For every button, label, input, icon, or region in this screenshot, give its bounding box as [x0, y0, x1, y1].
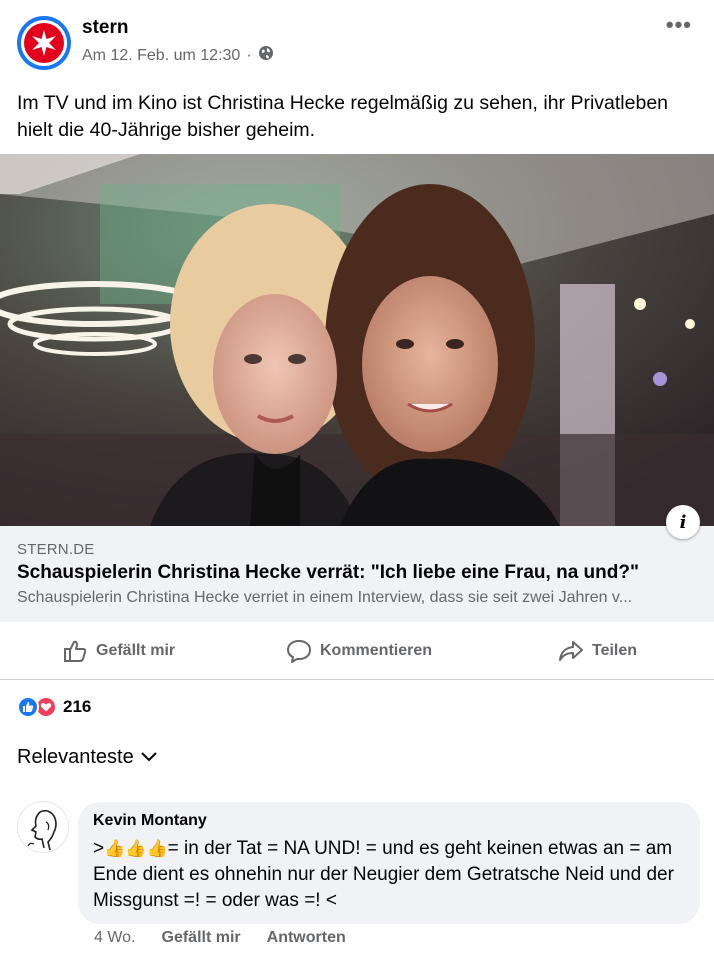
comment-text: >👍👍👍= in der Tat = NA UND! = und es geht…: [93, 836, 685, 914]
comment-reply-link[interactable]: Antworten: [267, 929, 346, 947]
share-button[interactable]: Teilen: [558, 636, 637, 666]
link-title[interactable]: Schauspielerin Christina Hecke verrät: "…: [17, 562, 697, 584]
link-preview[interactable]: STERN.DE Schauspielerin Christina Hecke …: [0, 526, 714, 622]
info-icon[interactable]: i: [666, 505, 700, 539]
commenter-avatar[interactable]: [17, 801, 69, 853]
link-domain: STERN.DE: [17, 541, 95, 558]
commenter-name[interactable]: Kevin Montany: [93, 812, 685, 830]
comment-button[interactable]: Kommentieren: [286, 636, 432, 666]
comment-like-link[interactable]: Gefällt mir: [162, 929, 241, 947]
post-text: Im TV und im Kino ist Christina Hecke re…: [17, 92, 669, 141]
comment-prefix: >: [93, 838, 105, 859]
link-description: Schauspielerin Christina Hecke verriet i…: [17, 589, 633, 606]
meta-separator: ·: [246, 46, 252, 64]
post-photo[interactable]: [0, 154, 714, 526]
globe-icon: [258, 45, 274, 66]
like-reaction-icon: [17, 696, 39, 718]
like-button[interactable]: Gefällt mir: [62, 636, 175, 666]
thumbs-up-icon: [62, 638, 88, 664]
post-actions-bar: Gefällt mir Kommentieren Teilen: [0, 622, 714, 680]
speech-bubble-icon: [286, 638, 312, 664]
comment-actions: 4 Wo. Gefällt mir Antworten: [94, 929, 346, 947]
more-options-icon[interactable]: •••: [666, 14, 692, 36]
comment-label: Kommentieren: [320, 642, 433, 659]
chevron-down-icon: [140, 746, 158, 769]
comment-sort-dropdown[interactable]: Relevanteste: [17, 746, 158, 769]
thumbs-up-emoji: 👍: [104, 839, 126, 858]
comment-bubble: Kevin Montany >👍👍👍= in der Tat = NA UND!…: [78, 802, 700, 924]
sort-label: Relevanteste: [17, 746, 134, 768]
reaction-count: 216: [63, 697, 92, 716]
post-header: stern Am 12. Feb. um 12:30 · •••: [0, 0, 714, 80]
share-label: Teilen: [592, 642, 638, 659]
post-meta: Am 12. Feb. um 12:30 ·: [82, 45, 274, 66]
post-timestamp[interactable]: Am 12. Feb. um 12:30: [82, 47, 240, 65]
page-name[interactable]: stern: [82, 17, 128, 39]
reactions-summary[interactable]: 216: [17, 696, 91, 718]
comment-body: = in der Tat = NA UND! = und es geht kei…: [93, 838, 674, 911]
comment-time[interactable]: 4 Wo.: [94, 929, 136, 947]
thumbs-up-emoji: 👍: [125, 839, 147, 858]
thumbs-up-emoji: 👍: [146, 839, 168, 858]
like-label: Gefällt mir: [96, 642, 176, 659]
share-arrow-icon: [558, 638, 584, 664]
stern-star-logo-icon[interactable]: [17, 16, 71, 70]
